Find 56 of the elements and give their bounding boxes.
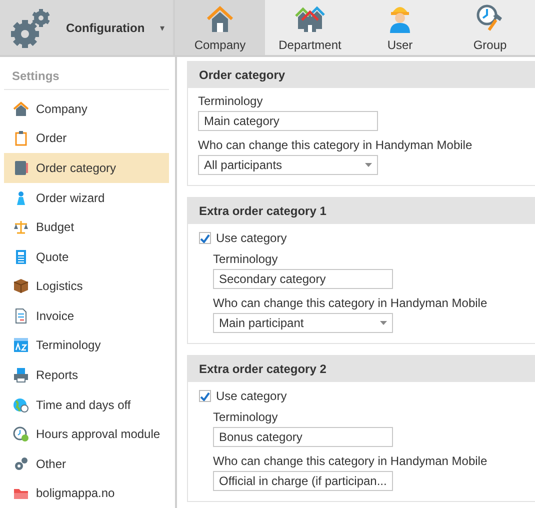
permission-dropdown[interactable]: Official in charge (if participan... (213, 471, 393, 491)
caret-icon: ▾ (160, 22, 165, 32)
sidebar-item[interactable]: Other (4, 448, 169, 479)
settings-heading: Settings (4, 65, 169, 90)
clock-check-icon (13, 426, 29, 442)
checkbox[interactable] (199, 232, 211, 244)
sidebar-item[interactable]: Invoice (4, 301, 169, 331)
field-label: Who can change this category in Handyman Mobile (198, 138, 474, 152)
package-icon (13, 278, 29, 294)
configuration-title: Configuration (66, 20, 146, 34)
sidebar-item[interactable]: Time and days off (4, 390, 169, 420)
printer-icon (13, 366, 29, 383)
sidebar-item[interactable]: Budget (4, 212, 169, 242)
panel-title: Order category (188, 62, 535, 88)
sidebar-item[interactable]: Company (4, 94, 169, 124)
house-icon (13, 100, 29, 117)
scales-icon (13, 219, 29, 236)
field-label: Who can change this category in Handyman Mobile (213, 454, 488, 468)
calculator-icon (13, 248, 29, 265)
sidebar-item[interactable]: Terminology (4, 330, 169, 360)
sidebar-item[interactable]: Quote (4, 242, 169, 272)
tab[interactable]: Company (175, 0, 265, 55)
use-category-checkbox[interactable]: Use category (199, 389, 535, 403)
configuration-menu[interactable]: Configuration ▾ (0, 0, 175, 55)
houses-icon (294, 5, 326, 33)
terminology-field[interactable]: Bonus category (213, 427, 393, 447)
sidebar-item[interactable]: Reports (4, 360, 169, 390)
permission-dropdown[interactable]: All participants (198, 155, 378, 175)
sidebar-item[interactable]: Order (4, 124, 169, 154)
checkbox[interactable] (199, 390, 211, 402)
caret-icon (365, 163, 372, 167)
check-icon (200, 392, 210, 400)
terminology-field[interactable]: Main category (198, 111, 378, 131)
field-label: Terminology (213, 410, 279, 424)
sidebar-item[interactable]: boligmappa.no (4, 478, 169, 508)
field-label: Terminology (198, 94, 264, 108)
panel-title: Extra order category 1 (188, 198, 535, 224)
sidebar-item[interactable]: Logistics (4, 271, 169, 302)
document-icon (13, 308, 29, 324)
field-label: Who can change this category in Handyman Mobile (213, 296, 488, 310)
dictionary-icon (13, 337, 29, 354)
panel-title: Extra order category 2 (188, 356, 535, 382)
check-icon (200, 234, 210, 242)
caret-icon (380, 321, 387, 325)
clock-hammer-icon (475, 3, 505, 33)
field-label: Terminology (213, 252, 279, 266)
terminology-field[interactable]: Secondary category (213, 269, 393, 289)
globe-clock-icon (13, 396, 29, 413)
sidebar-item[interactable]: Order wizard (4, 182, 169, 212)
use-category-checkbox[interactable]: Use category (199, 231, 535, 245)
sidebar-item[interactable]: Hours approval module (4, 419, 169, 449)
permission-dropdown[interactable]: Main participant (213, 313, 393, 333)
sidebar-item[interactable]: Order category (4, 153, 169, 183)
house-icon (205, 6, 235, 33)
clipboard-icon (13, 130, 29, 146)
book-icon (13, 160, 29, 176)
